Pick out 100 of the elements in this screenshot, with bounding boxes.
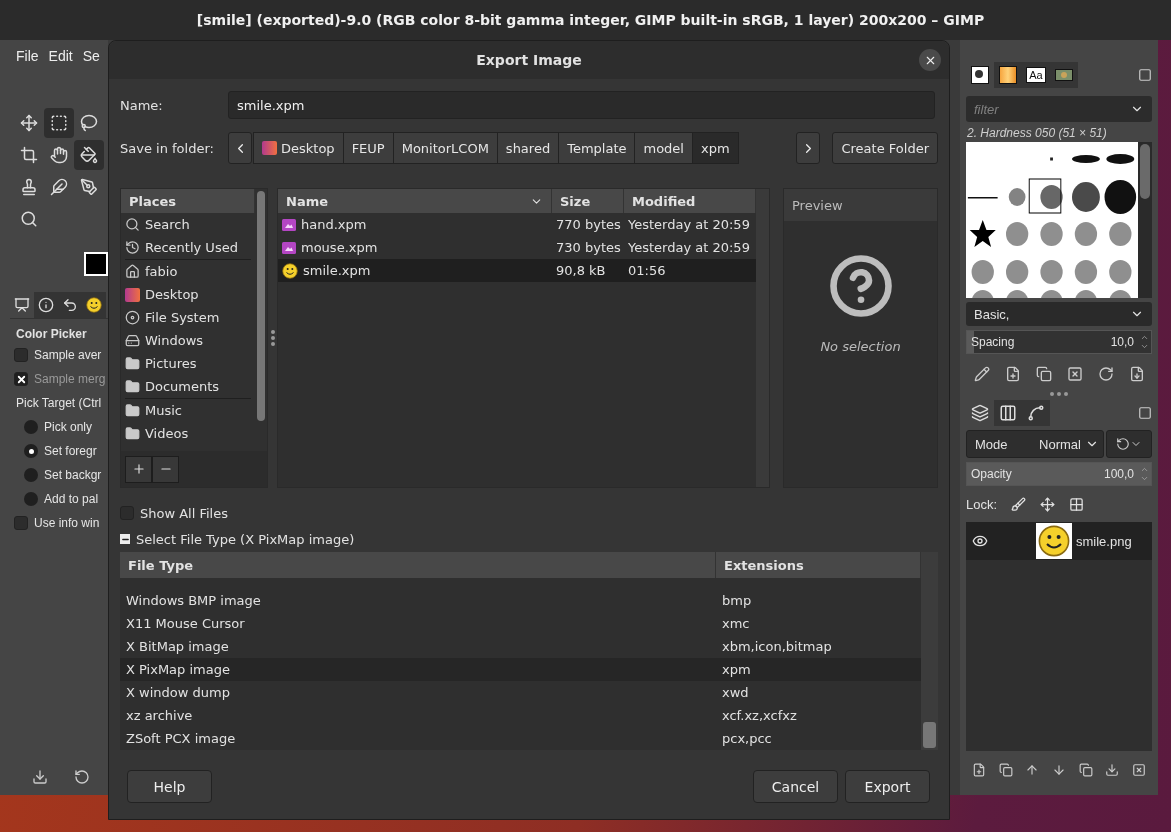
column-header[interactable]: Size: [552, 189, 624, 213]
place-item[interactable]: Pictures: [121, 352, 255, 375]
dock-menu-icon[interactable]: [1138, 406, 1152, 420]
dock-tab[interactable]: [1022, 400, 1050, 426]
tool-button[interactable]: [74, 140, 104, 170]
brush-icon[interactable]: [1011, 496, 1027, 512]
eye-icon[interactable]: [972, 533, 988, 549]
brush-set-dropdown[interactable]: Basic,: [966, 302, 1152, 326]
create-folder-button[interactable]: Create Folder: [832, 132, 938, 164]
scrollbar[interactable]: [756, 189, 769, 487]
dock-tab[interactable]: [1050, 62, 1078, 88]
place-item[interactable]: Documents: [121, 375, 255, 398]
cancel-button[interactable]: Cancel: [753, 770, 838, 803]
radio-button[interactable]: [24, 468, 38, 482]
dock-tab[interactable]: [994, 400, 1022, 426]
panel-tab[interactable]: [34, 292, 58, 318]
column-header[interactable]: File Type: [120, 552, 716, 578]
help-button[interactable]: Help: [127, 770, 212, 803]
new-layer-icon[interactable]: [972, 763, 987, 777]
file-type-row[interactable]: X BitMap image xbm,icon,bitmap: [120, 635, 921, 658]
scrollbar-thumb[interactable]: [1140, 144, 1150, 199]
add-button[interactable]: [125, 455, 152, 483]
dock-tab[interactable]: [994, 62, 1022, 88]
column-header[interactable]: Name: [278, 189, 552, 213]
path-button[interactable]: xpm: [691, 132, 739, 164]
file-extensions: bmp: [721, 593, 753, 608]
chevron-up-icon[interactable]: [1140, 333, 1149, 342]
place-item[interactable]: File System: [121, 306, 255, 329]
remove-button[interactable]: [152, 455, 179, 483]
layer-row[interactable]: smile.png: [966, 522, 1152, 560]
file-type-row[interactable]: X window dump xwd: [120, 681, 921, 704]
file-row[interactable]: hand.xpm 770 bytes Yesterday at 20:59: [278, 213, 756, 236]
undo-icon: [62, 297, 78, 313]
place-item[interactable]: Recently Used: [121, 236, 255, 259]
refresh-icon[interactable]: [1097, 366, 1114, 382]
chevron-down-icon[interactable]: [1140, 342, 1149, 351]
file-type-row[interactable]: ZSoft PCX image pcx,pcc: [120, 727, 921, 750]
brush-grid-drawing[interactable]: [966, 142, 1138, 298]
path-button[interactable]: shared: [496, 132, 560, 164]
save-icon[interactable]: [32, 769, 48, 785]
path-button[interactable]: model: [634, 132, 693, 164]
name-field[interactable]: smile.xpm: [228, 91, 935, 119]
delete-icon[interactable]: [1066, 366, 1083, 382]
checker-icon[interactable]: [1069, 496, 1085, 512]
file-type-row[interactable]: Windows BMP image bmp: [120, 589, 921, 612]
file-type-row[interactable]: X11 Mouse Cursor xmc: [120, 612, 921, 635]
panel-tab[interactable]: [82, 292, 106, 318]
mode-dropdown[interactable]: Mode Normal: [966, 430, 1104, 458]
expander-icon[interactable]: [120, 534, 130, 544]
radio-button[interactable]: [24, 492, 38, 506]
foreground-color-swatch[interactable]: [84, 252, 108, 276]
move-icon[interactable]: [1040, 496, 1056, 512]
checkbox-label: Show All Files: [140, 505, 228, 521]
menu-item[interactable]: File: [16, 48, 39, 68]
dock-tab[interactable]: Aa: [1022, 62, 1050, 88]
tool-button[interactable]: [44, 108, 74, 138]
expander-label[interactable]: Select File Type (X PixMap image): [136, 531, 355, 547]
duplicate-icon[interactable]: [1078, 763, 1093, 777]
file-type: X window dump: [125, 685, 231, 700]
reset-icon[interactable]: [74, 769, 90, 785]
forward-button[interactable]: [796, 132, 821, 164]
open-file-icon[interactable]: [1128, 366, 1145, 382]
path-button[interactable]: Template: [558, 132, 636, 164]
place-item[interactable]: Search: [121, 213, 255, 236]
radio-button[interactable]: [24, 420, 38, 434]
place-item[interactable]: Music: [121, 399, 255, 422]
scrollbar-thumb[interactable]: [923, 722, 936, 748]
close-button[interactable]: [919, 49, 941, 71]
scrollbar[interactable]: [1138, 142, 1152, 298]
checkbox[interactable]: [14, 348, 28, 362]
place-item[interactable]: Videos: [121, 422, 255, 445]
menu-item[interactable]: Se: [82, 48, 100, 68]
down-arrow-icon[interactable]: [1051, 763, 1066, 777]
edit-icon[interactable]: [973, 366, 990, 382]
file-row[interactable]: mouse.xpm 730 bytes Yesterday at 20:59: [278, 236, 756, 259]
back-button[interactable]: [228, 132, 252, 164]
file-type-row[interactable]: xz archive xcf.xz,xcfxz: [120, 704, 921, 727]
path-button[interactable]: FEUP: [342, 132, 394, 164]
dock-menu-icon[interactable]: [1138, 68, 1152, 82]
file-row[interactable]: smile.xpm 90,8 kB 01:56: [278, 259, 756, 282]
filter-field[interactable]: filter: [966, 96, 1152, 122]
place-item[interactable]: Windows: [121, 329, 255, 352]
radio-button[interactable]: [24, 444, 38, 458]
place-item[interactable]: Desktop: [121, 283, 255, 306]
export-button[interactable]: Export: [845, 770, 930, 803]
duplicate-icon[interactable]: [1035, 366, 1052, 382]
file-type-row[interactable]: X PixMap image xpm: [120, 658, 921, 681]
scrollbar[interactable]: [921, 552, 938, 750]
file-modified: Yesterday at 20:59: [627, 217, 751, 232]
reset-dropdown[interactable]: [1106, 430, 1152, 458]
delete-icon[interactable]: [1131, 763, 1146, 777]
new-icon[interactable]: [1004, 366, 1021, 382]
spacing-slider[interactable]: Spacing 10,0: [966, 330, 1152, 354]
path-button[interactable]: Desktop: [253, 132, 344, 164]
place-item[interactable]: fabio: [121, 260, 255, 283]
menu-item[interactable]: Edit: [48, 48, 73, 68]
checkbox[interactable]: [14, 516, 28, 530]
path-button[interactable]: MonitorLCOM: [392, 132, 498, 164]
scrollbar-thumb[interactable]: [257, 191, 265, 421]
file-type: ZSoft PCX image: [125, 731, 237, 746]
